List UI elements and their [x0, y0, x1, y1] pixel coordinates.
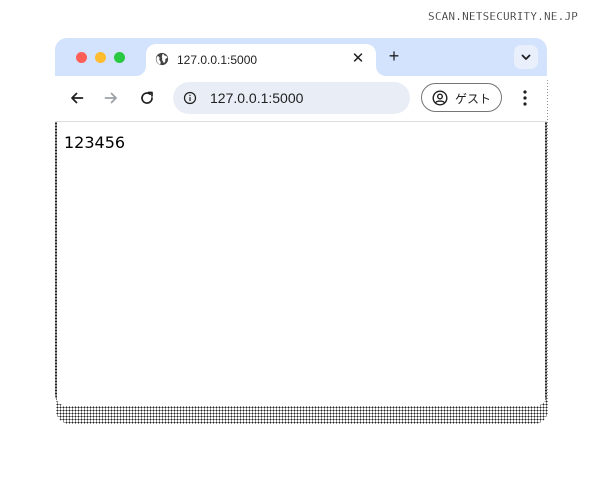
tab-close-button[interactable]: ✕ — [350, 51, 366, 67]
browser-window: 127.0.0.1:5000 ✕ + 127.0.0.1:5000 ゲスト 12… — [55, 38, 547, 406]
reload-button[interactable] — [138, 89, 156, 107]
profile-button[interactable]: ゲスト — [421, 83, 502, 112]
window-border-right — [545, 122, 547, 402]
info-icon[interactable] — [183, 91, 197, 105]
minimize-window-button[interactable] — [95, 52, 106, 63]
new-tab-button[interactable]: + — [385, 47, 403, 65]
back-button[interactable] — [68, 89, 86, 107]
window-border-left — [55, 122, 57, 402]
address-url[interactable]: 127.0.0.1:5000 — [210, 90, 303, 106]
close-window-button[interactable] — [76, 52, 87, 63]
watermark-text: SCAN.NETSECURITY.NE.JP — [428, 10, 579, 23]
zoom-window-button[interactable] — [114, 52, 125, 63]
address-bar[interactable]: 127.0.0.1:5000 — [173, 82, 410, 114]
tab-title: 127.0.0.1:5000 — [177, 53, 258, 67]
account-circle-icon — [432, 90, 448, 106]
page-content: 123456 — [55, 122, 547, 406]
globe-icon — [155, 52, 169, 66]
page-body-text: 123456 — [64, 133, 126, 152]
tab-active[interactable]: 127.0.0.1:5000 ✕ — [146, 44, 376, 76]
forward-button[interactable] — [102, 89, 120, 107]
tab-search-button[interactable] — [514, 45, 538, 69]
tab-strip: 127.0.0.1:5000 ✕ + — [55, 38, 547, 76]
chevron-down-icon — [521, 54, 531, 60]
profile-label: ゲスト — [455, 92, 492, 106]
more-vertical-icon[interactable] — [516, 88, 534, 108]
toolbar: 127.0.0.1:5000 ゲスト — [55, 76, 547, 122]
